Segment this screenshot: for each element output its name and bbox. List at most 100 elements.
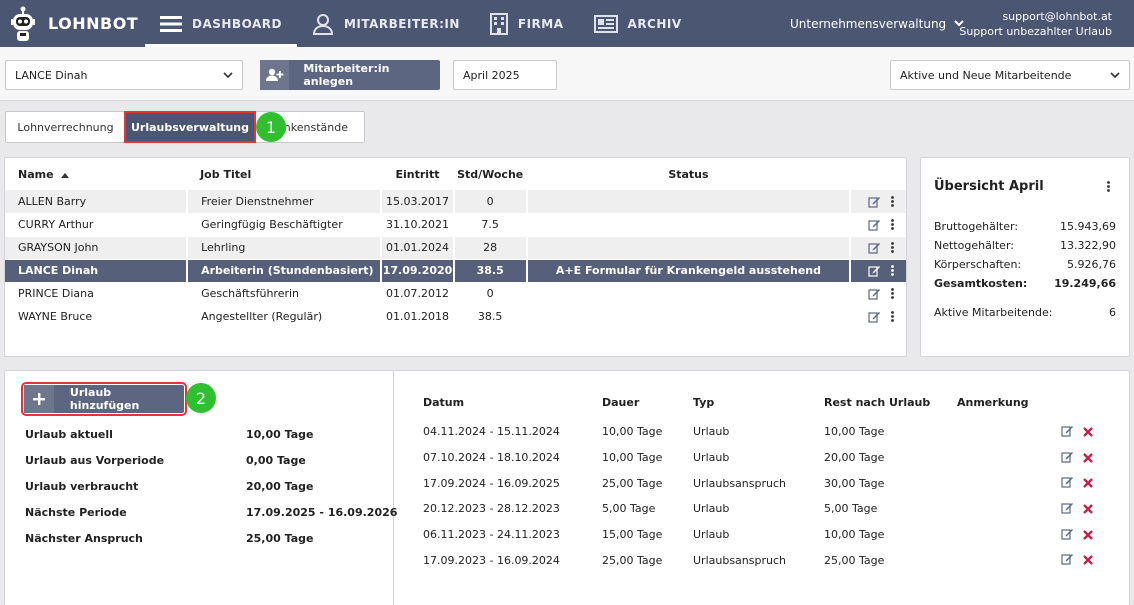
col-header-hours[interactable]: Std/Woche [454,158,527,190]
step-marker-2: 2 [186,383,216,413]
delete-icon[interactable] [1083,504,1093,514]
add-vacation-label: Urlaub hinzufügen [69,386,140,412]
col-header-type: Typ [693,395,715,409]
logo[interactable]: LOHNBOT [0,0,145,47]
cell-actions [1053,419,1093,445]
cell-name: GRAYSON John [5,236,188,260]
create-employee-label: Mitarbeiter:in anlegen [303,62,390,88]
delete-icon[interactable] [1083,555,1093,566]
edit-icon[interactable] [868,241,881,254]
tab-vacation[interactable]: Urlaubsverwaltung [124,111,256,143]
edit-icon[interactable] [1060,475,1074,488]
more-vertical-icon[interactable] [891,219,894,230]
col-header-entry[interactable]: Eintritt [381,158,453,190]
vacation-row[interactable]: 06.11.2023 - 24.11.2023 15,00 Tage Urlau… [423,522,1093,548]
add-vacation-button[interactable]: Urlaub hinzufügen [21,382,187,416]
edit-icon[interactable] [1060,552,1074,565]
robot-icon [11,6,35,41]
cell-duration: 25,00 Tage [602,476,663,490]
cell-status [525,282,851,306]
user-email: support@lohnbot.at [1002,10,1112,23]
stat-row: Nächster Anspruch 25,00 Tage [25,531,314,545]
edit-icon[interactable] [868,218,881,231]
create-employee-button[interactable]: Mitarbeiter:in anlegen [260,60,440,90]
delete-icon[interactable] [1083,426,1093,437]
employee-select[interactable]: LANCE Dinah [5,60,243,90]
tab-bar: Lohnverrechnung Urlaubsverwaltung Kranke… [5,111,365,143]
table-row[interactable]: CURRY Arthur Geringfügig Beschäftigter 3… [5,213,906,237]
nav-dashboard[interactable]: DASHBOARD [145,0,297,47]
cell-actions [849,236,906,260]
more-vertical-icon[interactable] [891,195,894,207]
cell-date: 17.09.2024 - 16.09.2025 [423,476,560,490]
more-vertical-icon[interactable] [891,288,894,299]
filter-bar: LANCE Dinah Mitarbeiter:in anlegen April… [0,47,1134,101]
cell-actions [849,213,906,237]
cell-actions [1053,496,1093,522]
cell-job: Geschäftsführerin [186,282,382,306]
cell-rest: 10,00 Tage [824,528,885,542]
edit-icon[interactable] [1060,450,1074,463]
cell-duration: 10,00 Tage [602,425,663,439]
edit-icon[interactable] [868,264,881,277]
cell-rest: 30,00 Tage [824,476,885,490]
table-row[interactable]: ALLEN Barry Freier Dienstnehmer 15.03.20… [5,190,906,214]
more-vertical-icon[interactable] [891,242,894,253]
cell-date: 07.10.2024 - 18.10.2024 [423,451,560,465]
cell-job: Angestellter (Regulär) [186,305,382,329]
cell-type: Urlaub [693,528,730,542]
cell-actions [849,190,906,214]
nav-company[interactable]: FIRMA [475,0,579,47]
vacation-row[interactable]: 17.09.2023 - 16.09.2024 25,00 Tage Urlau… [423,547,1093,573]
cell-hours: 38.5 [452,259,527,283]
vacation-row[interactable]: 20.12.2023 - 28.12.2023 5,00 Tage Urlaub… [423,496,1093,522]
nav-archive[interactable]: ARCHIV [579,0,697,47]
edit-icon[interactable] [868,287,881,300]
delete-icon[interactable] [1083,478,1093,489]
delete-icon[interactable] [1083,452,1093,463]
table-row[interactable]: WAYNE Bruce Angestellter (Regulär) 01.01… [5,305,906,329]
user-menu[interactable]: support@lohnbot.at Support unbezahlter U… [959,9,1112,39]
cell-date: 06.11.2023 - 24.11.2023 [423,528,560,542]
menu-icon [160,15,182,32]
cell-job: Lehrling [186,236,382,260]
col-header-duration: Dauer [602,395,640,409]
edit-icon[interactable] [1060,424,1074,437]
edit-icon[interactable] [868,310,881,323]
col-header-status[interactable]: Status [527,158,851,190]
table-row-selected[interactable]: LANCE Dinah Arbeiterin (Stundenbasiert) … [5,259,906,283]
cell-date: 04.11.2024 - 15.11.2024 [423,425,560,439]
tab-payroll[interactable]: Lohnverrechnung [6,112,125,142]
period-picker[interactable]: April 2025 [453,60,557,90]
nav-employees[interactable]: MITARBEITER:IN [297,0,475,47]
more-vertical-icon[interactable] [1107,181,1110,192]
col-header-job[interactable]: Job Titel [187,158,381,190]
more-vertical-icon[interactable] [891,265,894,276]
cell-note [957,522,1053,548]
sort-asc-icon [61,172,70,178]
vacation-row[interactable]: 17.09.2024 - 16.09.2025 25,00 Tage Urlau… [423,470,1093,496]
company-menu[interactable]: Unternehmensverwaltung [790,0,964,47]
summary-row-total: Gesamtkosten: 19.249,66 [934,277,1116,290]
cell-date: 20.12.2023 - 28.12.2023 [423,502,560,516]
edit-icon[interactable] [1060,527,1074,540]
cell-entry: 01.01.2018 [380,305,454,329]
chevron-down-icon [223,71,233,78]
period-value: April 2025 [463,68,520,82]
table-row[interactable]: PRINCE Diana Geschäftsführerin 01.07.201… [5,282,906,306]
status-filter-select[interactable]: Aktive und Neue Mitarbeitende [890,60,1130,90]
vacation-row[interactable]: 04.11.2024 - 15.11.2024 10,00 Tage Urlau… [423,419,1093,445]
edit-icon[interactable] [1060,501,1074,514]
edit-icon[interactable] [868,195,881,208]
more-vertical-icon[interactable] [891,311,894,322]
cell-rest: 20,00 Tage [824,451,885,465]
nav-label: ARCHIV [627,16,682,31]
vacation-row[interactable]: 07.10.2024 - 18.10.2024 10,00 Tage Urlau… [423,445,1093,471]
col-header-name[interactable]: Name [5,158,187,190]
table-row[interactable]: GRAYSON John Lehrling 01.01.2024 28 [5,236,906,260]
vacation-stats: Urlaub aktuell 10,00 Tage Urlaub aus Vor… [25,421,397,551]
cell-name: LANCE Dinah [5,259,188,283]
delete-icon[interactable] [1083,529,1093,540]
nav-label: MITARBEITER:IN [343,16,460,31]
summary-title: Übersicht April [934,179,1044,194]
